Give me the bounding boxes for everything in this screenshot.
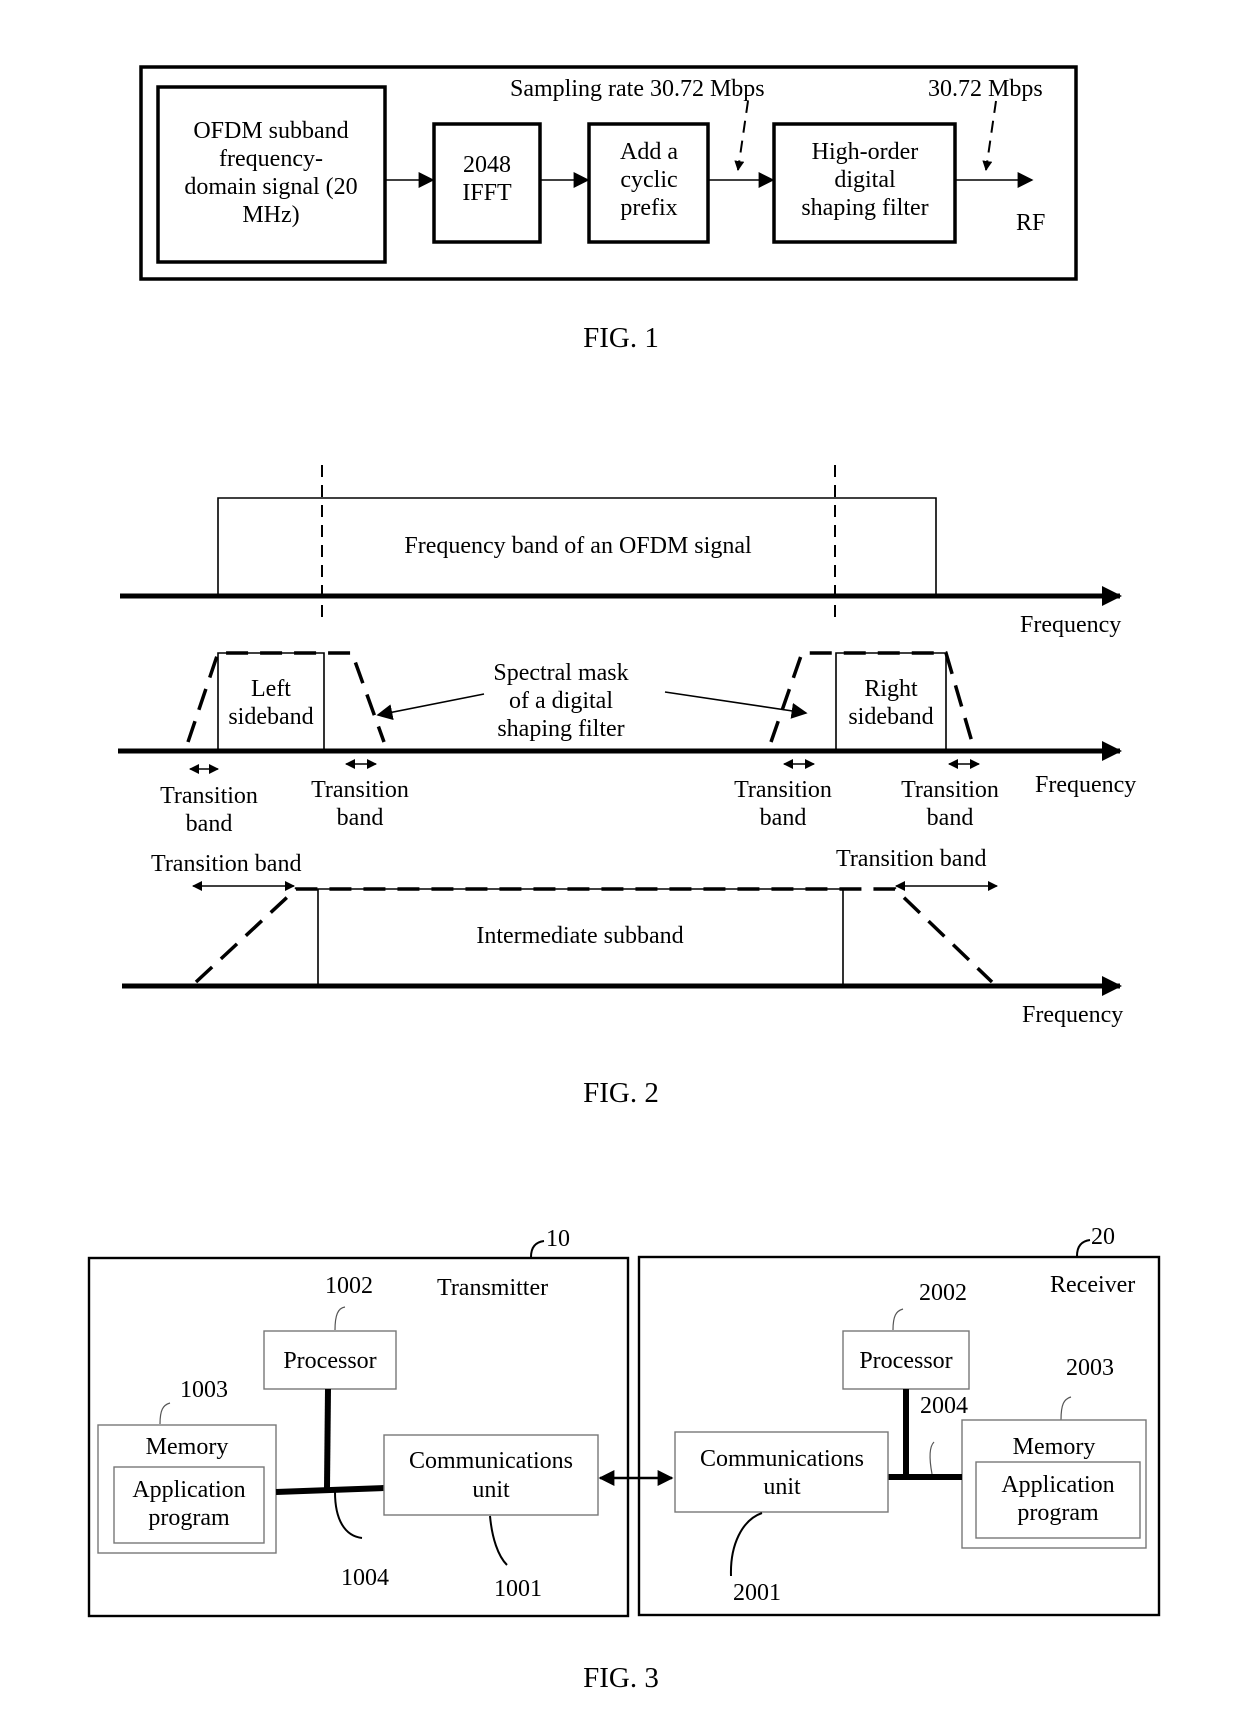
tx-comm-unit-box [383,1434,599,1516]
rx-comm-line-2: unit [763,1474,801,1500]
cp-line-2: cyclic [620,167,677,193]
ofdm-line-2: frequency- [219,146,323,172]
rx-comm-leader [729,1512,763,1577]
tx-processor-label: Processor [283,1348,376,1374]
rf-output-label: RF [1016,210,1045,236]
ofdm-line-4: MHz) [242,202,299,228]
tx-comm-line-1: Communications [409,1448,573,1474]
rx-bus-leader [929,1441,935,1475]
cp-line-1: Add a [620,139,678,165]
ifft-block: 2048 IFFT [432,122,542,244]
receiver-ref: 20 [1091,1224,1115,1250]
rx-app-line-1: Application [1001,1472,1114,1498]
left-sideband-line-2: sideband [228,704,313,730]
cp-line-3: prefix [620,195,677,221]
tx-bus-ref: 1004 [341,1565,389,1591]
rx-comm-line-1: Communications [700,1446,864,1472]
transition-label-2-line-1: Transition [311,777,409,803]
transition-label-3-line-1: Transition [734,777,832,803]
tx-comm-line-2: unit [472,1477,510,1503]
transition-label-4-line-2: band [927,805,974,831]
tx-processor-leader [334,1306,346,1331]
rx-bus-ref: 2004 [920,1393,968,1419]
patent-figure-sheet: OFDM subband frequency- domain signal (2… [87,65,1161,1694]
tx-bus-leader [334,1491,363,1539]
mask-label-line-3: shaping filter [497,716,624,742]
tx-memory-ref: 1003 [180,1377,228,1403]
receiver-title: Receiver [1050,1272,1135,1298]
rx-comm-ref: 2001 [733,1580,781,1606]
sampling-rate-label: Sampling rate 30.72 Mbps [510,76,765,102]
right-transition-label: Transition band [836,846,986,872]
transition-label-4-line-1: Transition [901,777,999,803]
transmitter-ref: 10 [546,1226,570,1252]
intermediate-subband-label: Intermediate subband [476,923,683,949]
sampling-rate-pointer [734,100,749,171]
left-sideband-rect [217,652,325,751]
tx-app-line-2: program [148,1505,230,1531]
filter-line-1: High-order [812,139,919,165]
rx-app-line-2: program [1017,1500,1099,1526]
tx-processor-ref: 1002 [325,1273,373,1299]
rx-processor-leader [892,1308,904,1331]
transmitter-title: Transmitter [437,1275,548,1301]
tx-bus-horizontal [275,1485,385,1495]
tx-memory-label: Memory [146,1434,229,1460]
tx-comm-leader [489,1515,508,1566]
left-sideband-line-1: Left [251,676,291,702]
rx-processor-ref: 2002 [919,1280,967,1306]
right-sideband-line-1: Right [864,676,918,702]
transition-label-1-line-2: band [186,811,233,837]
transition-label-1-line-1: Transition [160,783,258,809]
right-sideband-line-2: sideband [848,704,933,730]
cyclic-prefix-block: Add a cyclic prefix [587,122,710,244]
transmitter-ref-leader [530,1240,545,1258]
fig2-row1: Frequency band of an OFDM signal Frequen… [120,497,1122,638]
ofdm-line-1: OFDM subband [193,118,348,144]
fig1-caption: FIG. 1 [583,322,659,354]
tx-comm-ref: 1001 [494,1576,542,1602]
ofdm-subband-block: OFDM subband frequency- domain signal (2… [156,85,387,264]
receiver-block: 20 Receiver 2002 Processor 2003 Memory A… [637,1224,1161,1617]
receiver-ref-leader [1076,1239,1091,1257]
mask-pointer-left [376,693,485,721]
rx-memory-ref: 2003 [1066,1355,1114,1381]
frequency-label-3: Frequency [1022,1002,1123,1028]
fig3: 10 Transmitter 1002 Processor 1003 Memor… [87,1224,1161,1694]
tx-bus-vertical [324,1388,331,1489]
rx-processor-label: Processor [859,1348,952,1374]
fig1: OFDM subband frequency- domain signal (2… [139,65,1078,354]
fig3-caption: FIG. 3 [583,1662,659,1694]
ifft-line-1: 2048 [463,152,511,178]
tx-app-line-1: Application [132,1477,245,1503]
transition-label-3-line-2: band [760,805,807,831]
ofdm-band-label: Frequency band of an OFDM signal [404,533,752,559]
filter-line-2: digital [834,167,896,193]
left-transition-label: Transition band [151,851,301,877]
filter-line-3: shaping filter [801,195,928,221]
ofdm-line-3: domain signal (20 [184,174,357,200]
output-rate-label: 30.72 Mbps [928,76,1043,102]
fig2-row2: Left sideband Right sideband Spectral ma… [118,651,1136,837]
fig2-row3: Intermediate subband Transition band Tra… [122,846,1123,1028]
fig2-caption: FIG. 2 [583,1077,659,1109]
fig2: Frequency band of an OFDM signal Frequen… [118,465,1136,1109]
transmitter-block: 10 Transmitter 1002 Processor 1003 Memor… [87,1226,630,1618]
frequency-label-2: Frequency [1035,772,1136,798]
output-rate-pointer [982,100,997,171]
right-sideband-rect [835,652,947,751]
shaping-filter-block: High-order digital shaping filter [772,122,957,244]
mask-label-line-2: of a digital [509,688,613,714]
rx-memory-leader [1060,1396,1072,1421]
transition-label-2-line-2: band [337,805,384,831]
frequency-label-1: Frequency [1020,612,1121,638]
ifft-line-2: IFFT [462,180,512,206]
mask-label-line-1: Spectral mask [493,660,628,686]
tx-memory-leader [159,1402,171,1425]
rx-comm-unit-box [674,1431,889,1513]
rx-memory-label: Memory [1013,1434,1096,1460]
